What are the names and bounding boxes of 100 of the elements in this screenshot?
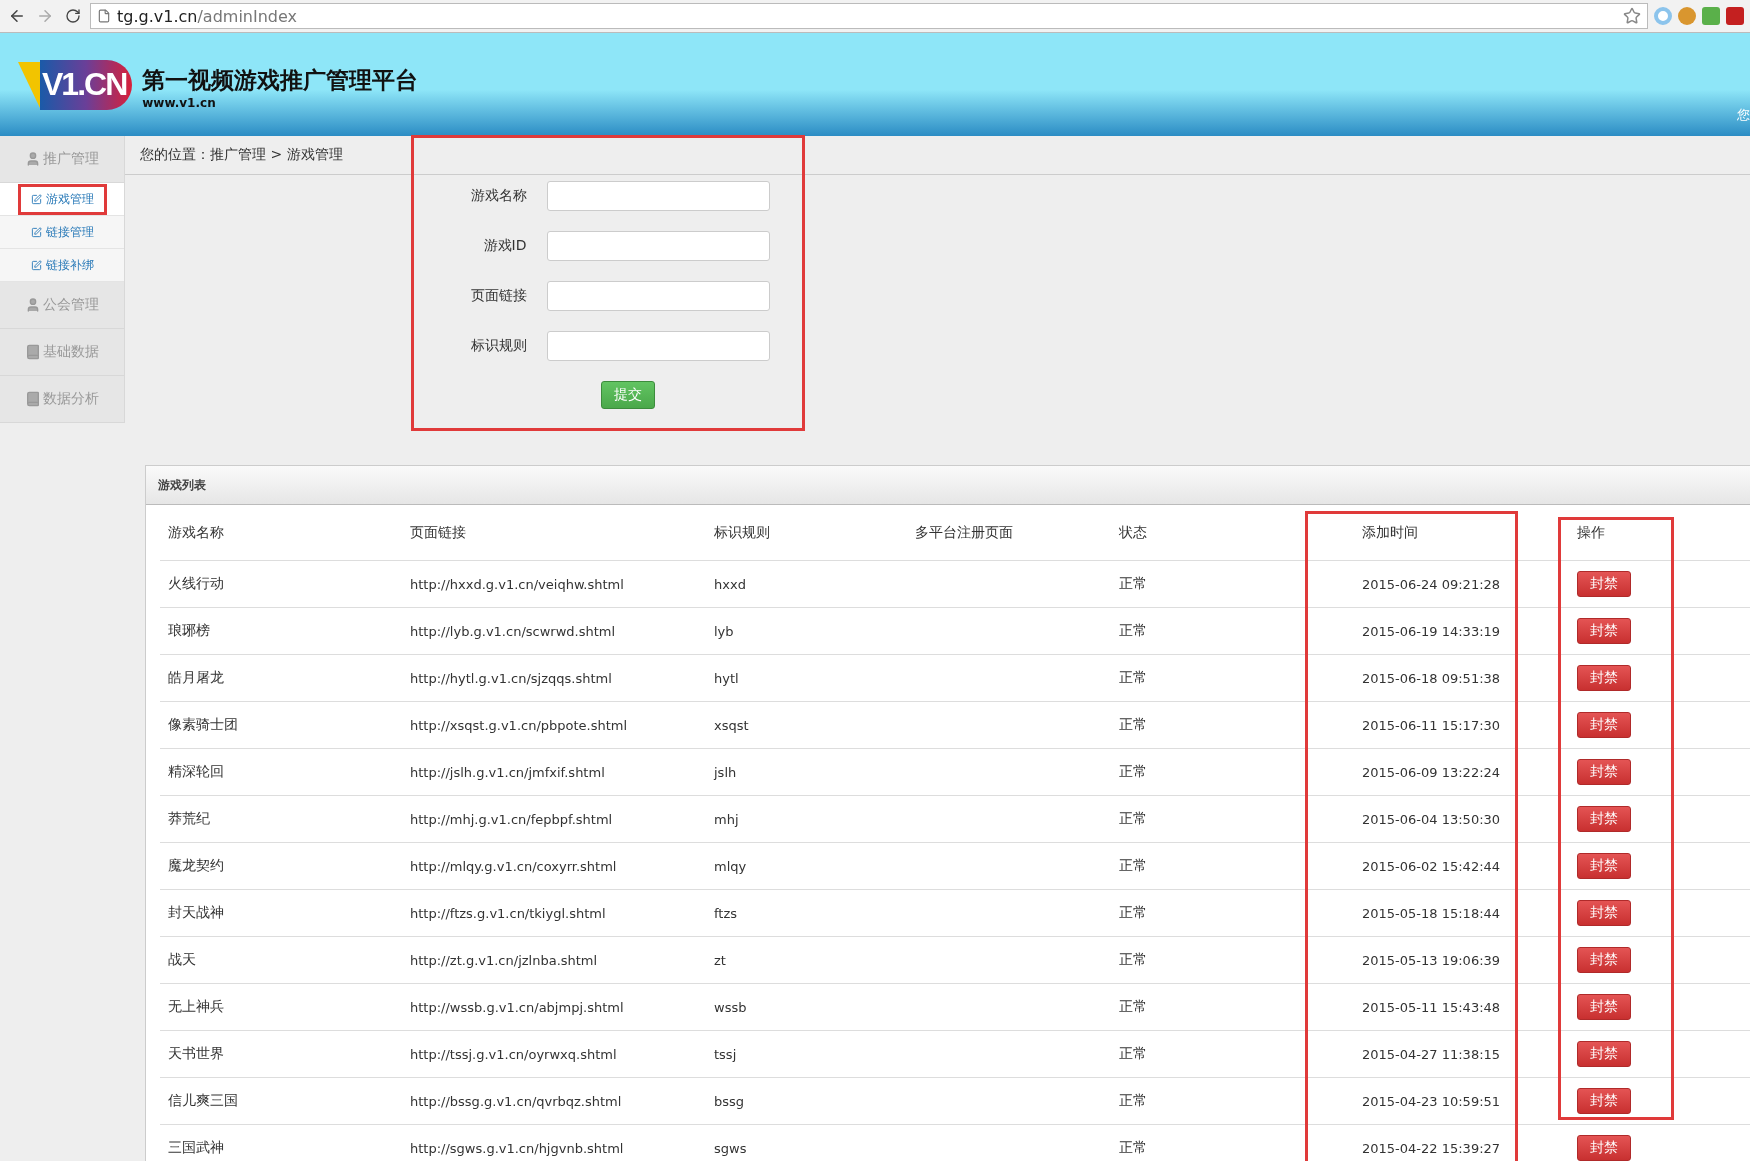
table-cell-text: 像素骑士团 xyxy=(167,716,239,734)
field-label: 游戏名称 xyxy=(469,187,527,205)
group-label: 公会管理 xyxy=(43,296,99,314)
table-cell-text: 2015-04-23 10:59:51 xyxy=(1361,1093,1502,1109)
ban-button[interactable]: 封禁 xyxy=(1577,1041,1631,1067)
table-cell-text: http://jslh.g.v1.cn/jmfxif.shtml xyxy=(409,764,606,780)
book-icon xyxy=(25,391,41,407)
input-field[interactable] xyxy=(546,331,770,361)
table-cell-text: 封天战神 xyxy=(167,904,225,922)
table-cell-text: xsqst xyxy=(713,717,750,733)
table-cell-text: 正常 xyxy=(1118,575,1148,593)
sidebar-group[interactable]: 推广管理 xyxy=(0,136,124,183)
panel-title: 游戏列表 xyxy=(146,466,1750,505)
table-cell-text: http://hytl.g.v1.cn/sjzqqs.shtml xyxy=(409,670,613,686)
sidebar-item[interactable]: 游戏管理 xyxy=(0,183,124,216)
forward-arrow-icon xyxy=(36,7,54,25)
ban-button[interactable]: 封禁 xyxy=(1577,665,1631,691)
field-label: 游戏ID xyxy=(482,237,527,255)
column-header: 添加时间 xyxy=(1361,523,1419,542)
ban-button[interactable]: 封禁 xyxy=(1577,994,1631,1020)
submit-button[interactable]: 提交 xyxy=(601,381,655,409)
ban-button[interactable]: 封禁 xyxy=(1577,806,1631,832)
column-header: 多平台注册页面 xyxy=(914,523,1014,542)
field-label: 标识规则 xyxy=(469,337,527,355)
ban-button[interactable]: 封禁 xyxy=(1577,618,1631,644)
ban-button[interactable]: 封禁 xyxy=(1577,712,1631,738)
ban-button[interactable]: 封禁 xyxy=(1577,759,1631,785)
table-cell-text: 天书世界 xyxy=(167,1045,225,1063)
sidebar-item[interactable]: 链接补绑 xyxy=(0,249,124,282)
table-cell-text: sgws xyxy=(713,1140,748,1156)
group-label: 数据分析 xyxy=(43,390,99,408)
sidebar-group[interactable]: 基础数据 xyxy=(0,329,124,376)
table-cell-text: http://wssb.g.v1.cn/abjmpj.shtml xyxy=(409,999,625,1015)
table-cell-text: 莽荒纪 xyxy=(167,810,211,828)
page-icon xyxy=(97,9,111,23)
table-cell-text: 2015-05-13 19:06:39 xyxy=(1361,952,1502,968)
group-label: 基础数据 xyxy=(43,343,99,361)
table-cell-text: http://sgws.g.v1.cn/hjgvnb.shtml xyxy=(409,1140,625,1156)
table-cell-text: 2015-06-24 09:21:28 xyxy=(1361,576,1502,592)
sidebar-item[interactable]: 链接管理 xyxy=(0,216,124,249)
edit-icon xyxy=(30,226,42,238)
input-field[interactable] xyxy=(546,281,770,311)
table-cell-text: 2015-05-18 15:18:44 xyxy=(1361,905,1502,921)
table-cell-text: 正常 xyxy=(1118,716,1148,734)
table-cell-text: tssj xyxy=(713,1046,738,1062)
ban-button[interactable]: 封禁 xyxy=(1577,571,1631,597)
user-greeting: 您 xyxy=(1737,106,1750,124)
table-cell-text: 正常 xyxy=(1118,1139,1148,1157)
ban-button[interactable]: 封禁 xyxy=(1577,1135,1631,1161)
table-cell-text: 琅琊榜 xyxy=(167,622,211,640)
table-cell-text: 2015-04-22 15:39:27 xyxy=(1361,1140,1502,1156)
table-cell-text: 正常 xyxy=(1118,904,1148,922)
input-field[interactable] xyxy=(546,181,770,211)
column-header: 状态 xyxy=(1118,523,1148,542)
column-header: 游戏名称 xyxy=(167,523,225,542)
address-bar[interactable]: tg.g.v1.cn/adminIndex xyxy=(90,3,1648,29)
table-cell-text: 正常 xyxy=(1118,622,1148,640)
user-icon xyxy=(25,297,41,313)
table-cell-text: 2015-06-04 13:50:30 xyxy=(1361,811,1502,827)
user-icon xyxy=(25,151,41,167)
table-cell-text: wssb xyxy=(713,999,748,1015)
extension-icon[interactable] xyxy=(1726,7,1744,25)
field-label: 页面链接 xyxy=(469,287,527,305)
table-cell-text: bssg xyxy=(713,1093,746,1109)
table-cell-text: http://lyb.g.v1.cn/scwrwd.shtml xyxy=(409,623,617,639)
logo: V1.CN xyxy=(40,59,133,110)
table-cell-text: ftzs xyxy=(713,905,739,921)
ban-button[interactable]: 封禁 xyxy=(1577,900,1631,926)
table-cell-text: 2015-06-02 15:42:44 xyxy=(1361,858,1502,874)
table-cell-text: 正常 xyxy=(1118,857,1148,875)
group-label: 推广管理 xyxy=(43,150,99,168)
table-cell-text: 2015-06-19 14:33:19 xyxy=(1361,623,1502,639)
table-cell-text: 2015-04-27 11:38:15 xyxy=(1361,1046,1502,1062)
ring-extension-icon[interactable] xyxy=(1654,7,1672,25)
edit-icon xyxy=(30,259,42,271)
table-cell-text: 皓月屠龙 xyxy=(167,669,225,687)
breadcrumb: 您的位置：推广管理 > 游戏管理 xyxy=(139,146,344,164)
table-cell-text: 火线行动 xyxy=(167,575,225,593)
table-cell-text: mlqy xyxy=(713,858,748,874)
sidebar-group[interactable]: 数据分析 xyxy=(0,376,124,423)
table-cell-text: 2015-06-09 13:22:24 xyxy=(1361,764,1502,780)
bookmark-star-icon[interactable] xyxy=(1623,7,1641,25)
ban-button[interactable]: 封禁 xyxy=(1577,947,1631,973)
table-cell-text: 正常 xyxy=(1118,998,1148,1016)
table-cell-text: 正常 xyxy=(1118,1092,1148,1110)
table-cell-text: 正常 xyxy=(1118,951,1148,969)
table-cell-text: http://hxxd.g.v1.cn/veiqhw.shtml xyxy=(409,576,625,592)
ban-button[interactable]: 封禁 xyxy=(1577,853,1631,879)
edit-icon xyxy=(30,193,42,205)
table-cell-text: 精深轮回 xyxy=(167,763,225,781)
table-cell-text: lyb xyxy=(713,623,735,639)
ban-button[interactable]: 封禁 xyxy=(1577,1088,1631,1114)
table-cell-text: jslh xyxy=(712,764,738,780)
table-cell-text: 魔龙契约 xyxy=(167,857,225,875)
table-cell-text: http://ftzs.g.v1.cn/tkiygl.shtml xyxy=(409,905,607,921)
sidebar-group[interactable]: 公会管理 xyxy=(0,282,124,329)
book-icon xyxy=(25,344,41,360)
column-header: 操作 xyxy=(1576,523,1606,542)
table-cell-text: 2015-06-11 15:17:30 xyxy=(1361,717,1502,733)
input-field[interactable] xyxy=(546,231,770,261)
